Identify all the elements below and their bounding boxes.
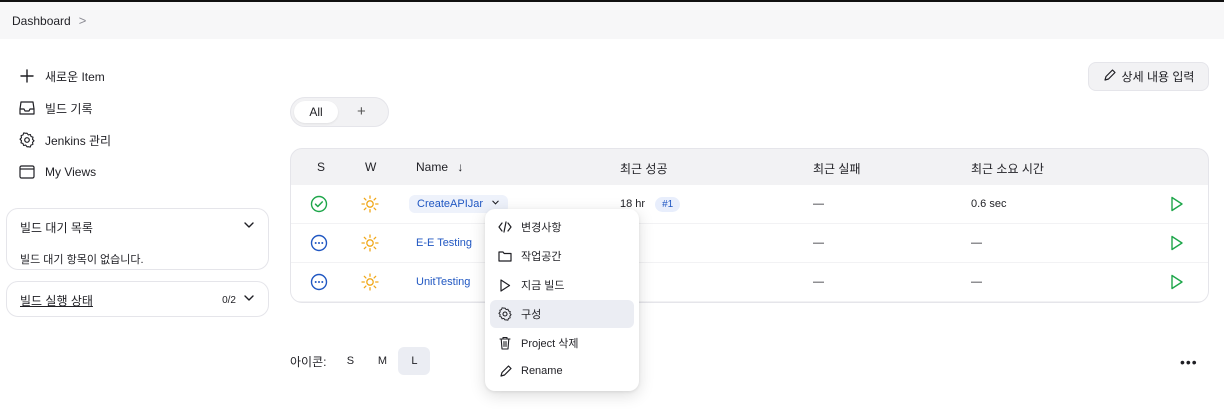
menu-item-delete-project[interactable]: Project 삭제 <box>490 329 634 357</box>
chevron-down-icon[interactable] <box>243 219 255 234</box>
code-icon <box>498 220 512 234</box>
gear-icon <box>498 307 512 321</box>
last-duration: — <box>971 237 982 249</box>
pencil-icon <box>498 364 512 378</box>
job-name[interactable]: CreateAPIJar <box>417 198 483 210</box>
build-queue-title[interactable]: 빌드 대기 목록 <box>20 219 93 236</box>
menu-item-label: 지금 빌드 <box>521 280 565 292</box>
column-header-weather[interactable]: W <box>365 160 376 174</box>
menu-item-configure[interactable]: 구성 <box>490 300 634 328</box>
executor-status-title[interactable]: 빌드 실행 상태 <box>20 292 93 309</box>
weather-sunny-icon[interactable] <box>361 263 379 301</box>
add-view-button[interactable]: + <box>357 103 366 120</box>
job-table: S W Name ↓ 최근 성공 최근 실패 최근 소요 시간 CreateAP… <box>290 148 1209 303</box>
menu-item-label: 구성 <box>521 309 542 321</box>
inbox-icon <box>19 100 35 116</box>
job-name[interactable]: UnitTesting <box>416 263 470 301</box>
status-pending-icon[interactable] <box>310 263 328 301</box>
window-icon <box>19 164 35 180</box>
last-failure: — <box>813 198 824 210</box>
table-row: UnitTesting — — <box>291 263 1208 301</box>
job-context-menu: 변경사항 작업공간 지금 빌드 구성 Project 삭제 Rename <box>485 209 639 391</box>
sidebar-item-build-history[interactable]: 빌드 기록 <box>19 98 93 118</box>
sidebar-item-label: My Views <box>45 165 97 179</box>
sort-desc-icon: ↓ <box>457 160 464 174</box>
icon-size-label: 아이콘: <box>290 354 327 369</box>
gear-icon <box>19 132 35 148</box>
status-pending-icon[interactable] <box>310 224 328 262</box>
play-icon <box>498 278 512 292</box>
sidebar-item-label: 빌드 기록 <box>45 101 93 116</box>
icon-size-l[interactable]: L <box>398 347 431 375</box>
icon-size-selector: 아이콘: S M L <box>290 346 431 376</box>
menu-item-workspace[interactable]: 작업공간 <box>490 242 634 270</box>
status-success-icon[interactable] <box>310 185 328 223</box>
menu-item-changes[interactable]: 변경사항 <box>490 213 634 241</box>
menu-item-label: 변경사항 <box>521 222 562 234</box>
table-row: E-E Testing — — <box>291 224 1208 262</box>
build-now-icon[interactable] <box>1170 263 1184 301</box>
last-failure: — <box>813 276 824 288</box>
more-options-icon[interactable]: ••• <box>1180 354 1198 370</box>
build-queue-empty: 빌드 대기 항목이 없습니다. <box>20 254 144 266</box>
plus-icon <box>19 68 35 84</box>
build-now-icon[interactable] <box>1170 224 1184 262</box>
last-duration: — <box>971 276 982 288</box>
sidebar-item-label: Jenkins 관리 <box>45 133 112 148</box>
sidebar-item-label: 새로운 Item <box>45 69 105 84</box>
menu-item-label: Rename <box>521 365 563 377</box>
icon-size-m[interactable]: M <box>366 347 398 375</box>
build-number-link[interactable]: #1 <box>655 196 681 212</box>
trash-icon <box>498 336 512 350</box>
breadcrumb-dashboard[interactable]: Dashboard <box>12 14 71 28</box>
column-header-name-label: Name <box>416 160 449 174</box>
job-name[interactable]: E-E Testing <box>416 224 472 262</box>
view-tabs: All + <box>290 97 389 127</box>
menu-item-rename[interactable]: Rename <box>490 357 634 385</box>
add-description-label: 상세 내용 입력 <box>1121 70 1195 84</box>
last-failure: — <box>813 237 824 249</box>
column-header-name[interactable]: Name ↓ <box>416 160 463 174</box>
pencil-icon <box>1103 68 1116 85</box>
column-header-status[interactable]: S <box>317 160 325 174</box>
chevron-down-icon[interactable] <box>243 292 255 307</box>
weather-sunny-icon[interactable] <box>361 224 379 262</box>
tab-all[interactable]: All <box>294 101 338 123</box>
sidebar-item-manage-jenkins[interactable]: Jenkins 관리 <box>19 130 111 150</box>
folder-icon <box>498 249 512 263</box>
breadcrumb-bar: Dashboard > <box>0 2 1224 39</box>
executor-count: 0/2 <box>222 295 236 306</box>
weather-sunny-icon[interactable] <box>361 185 379 223</box>
icon-size-s[interactable]: S <box>334 347 366 375</box>
breadcrumb-separator[interactable]: > <box>79 13 87 28</box>
column-header-last-duration[interactable]: 최근 소요 시간 <box>971 160 1044 177</box>
build-queue-panel: 빌드 대기 목록 빌드 대기 항목이 없습니다. <box>6 208 269 270</box>
build-now-icon[interactable] <box>1170 185 1184 223</box>
sidebar-item-my-views[interactable]: My Views <box>19 162 96 182</box>
sidebar-item-new-item[interactable]: 새로운 Item <box>19 66 105 86</box>
add-description-button[interactable]: 상세 내용 입력 <box>1088 62 1209 91</box>
menu-item-build-now[interactable]: 지금 빌드 <box>490 271 634 299</box>
table-row: CreateAPIJar 18 hr #1 — 0.6 sec <box>291 185 1208 223</box>
menu-item-label: 작업공간 <box>521 251 562 263</box>
column-header-last-failure[interactable]: 최근 실패 <box>813 160 861 177</box>
last-duration: 0.6 sec <box>971 198 1007 210</box>
executor-status-panel: 빌드 실행 상태 0/2 <box>6 281 269 317</box>
column-header-last-success[interactable]: 최근 성공 <box>620 160 668 177</box>
menu-item-label: Project 삭제 <box>521 338 579 350</box>
